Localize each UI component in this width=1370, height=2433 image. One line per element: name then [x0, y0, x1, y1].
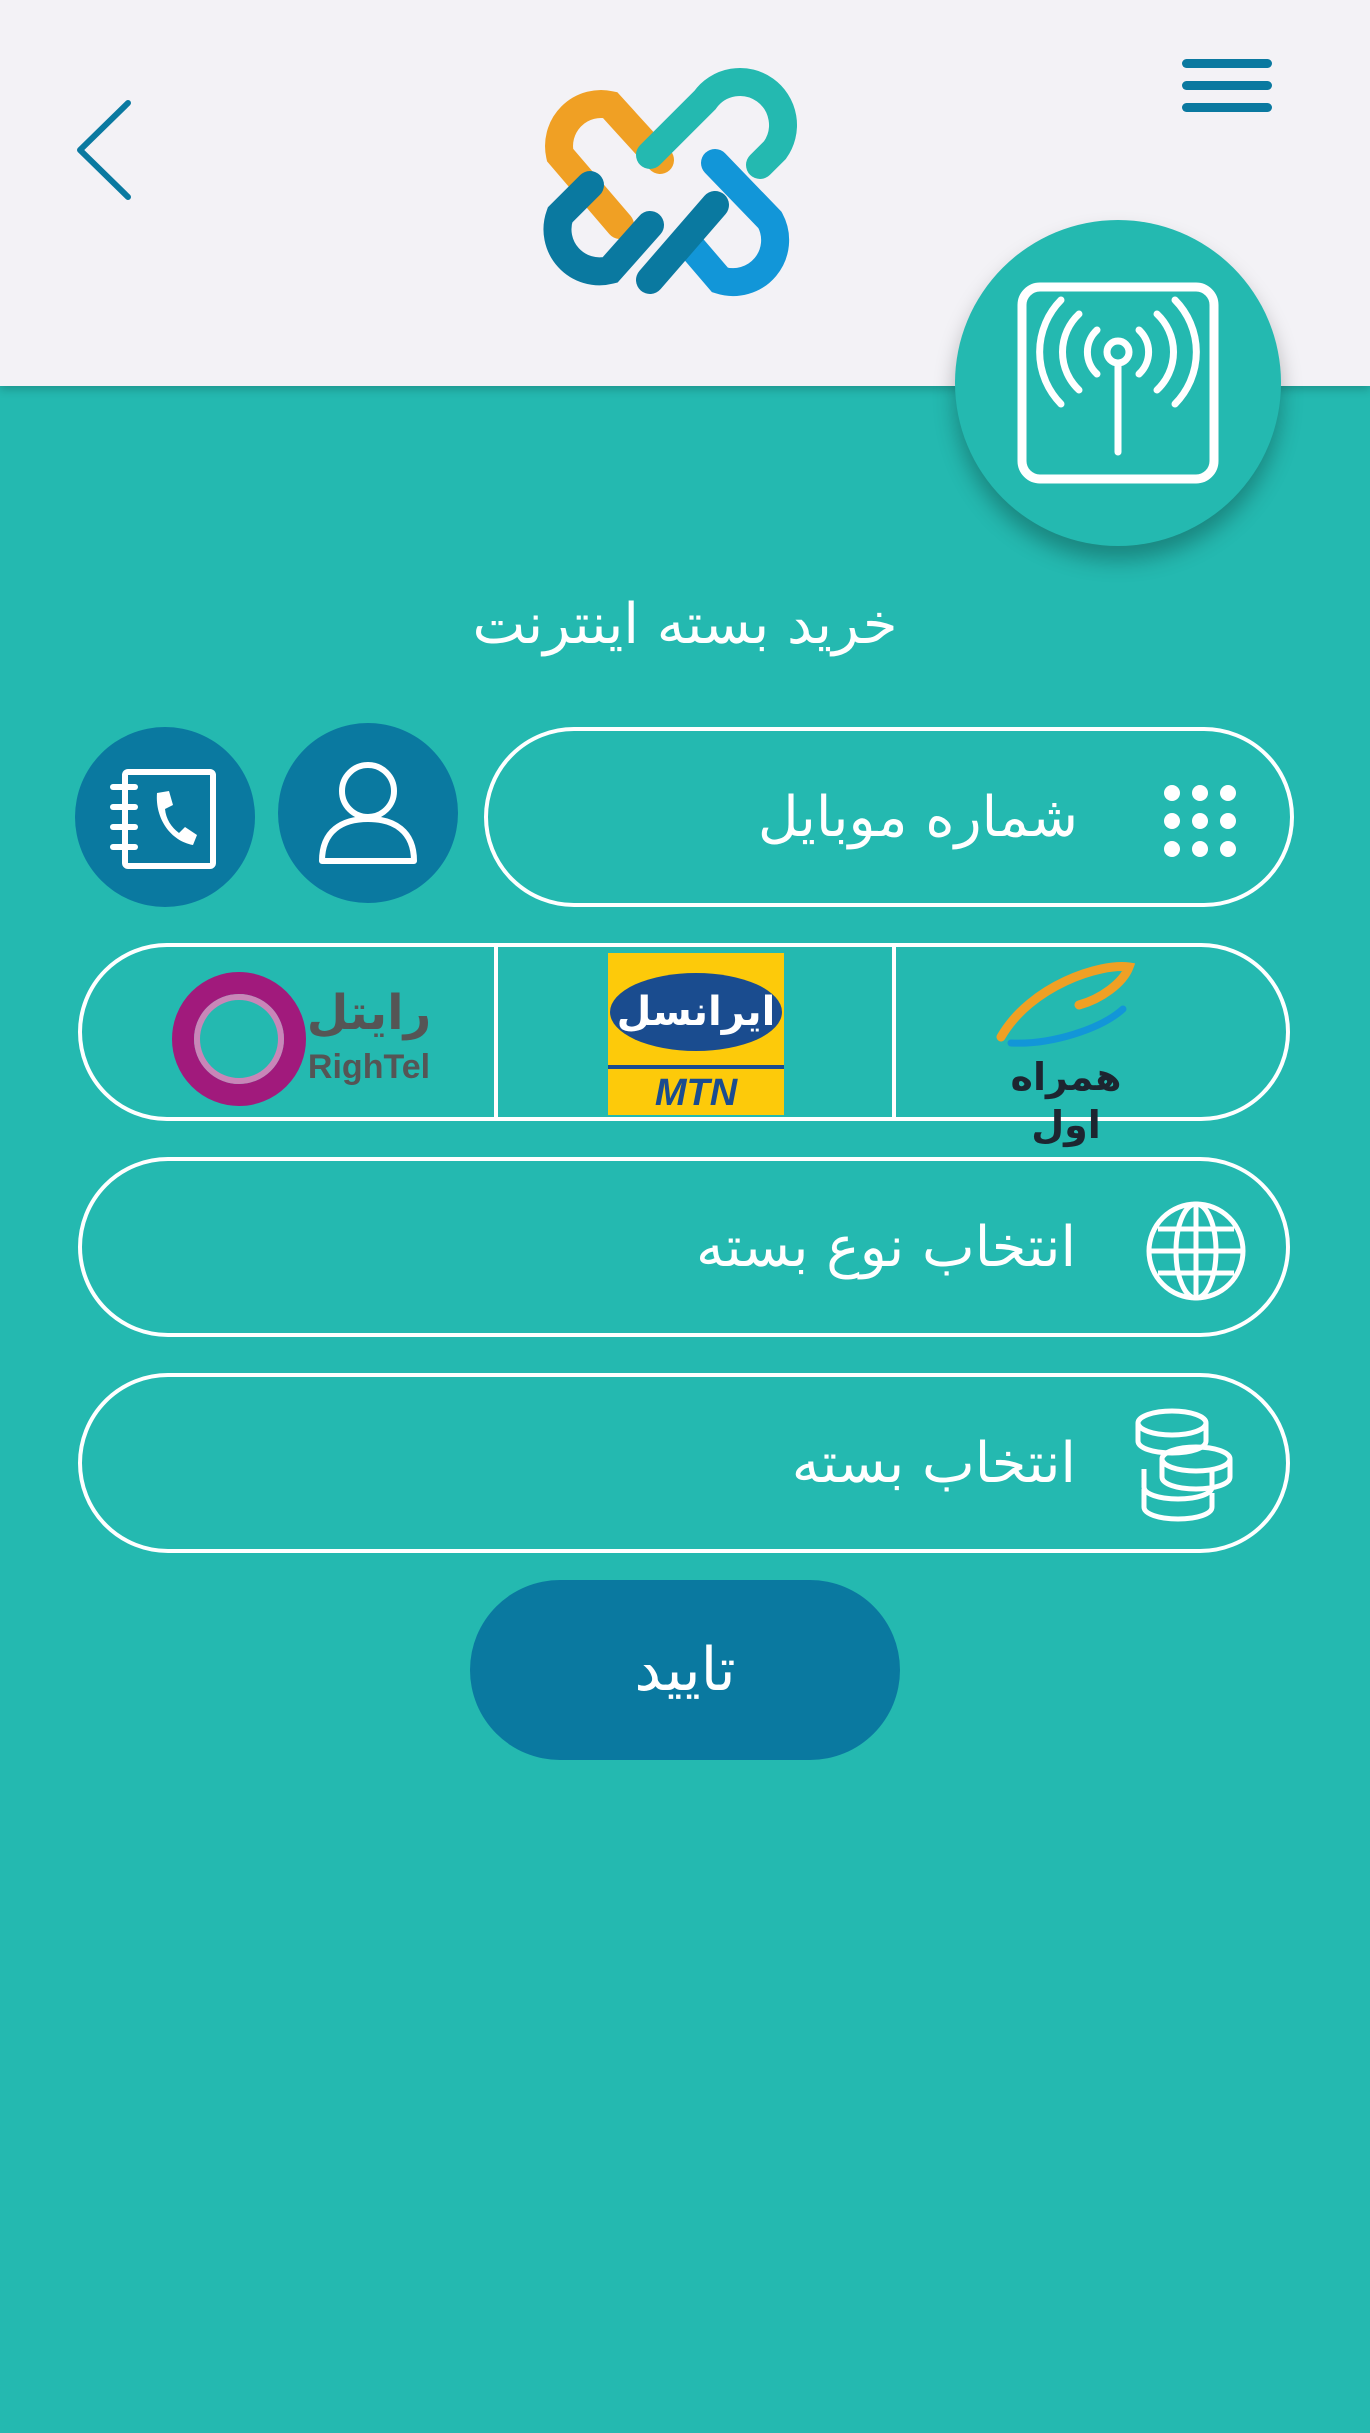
mobile-number-placeholder: شماره موبایل [757, 784, 1078, 850]
hamburger-menu-icon[interactable] [1180, 55, 1275, 120]
service-badge [955, 220, 1281, 546]
interlocked-links-logo [543, 68, 797, 297]
mobile-number-field[interactable]: شماره موبایل [484, 727, 1294, 907]
irancell-rule [608, 1065, 784, 1069]
mci-name: همراه اول [1010, 1055, 1122, 1147]
antenna-signal-icon [1017, 282, 1219, 484]
operator-selector: رایتل RighTel ایرانسل MTN همراه اول [78, 943, 1290, 1147]
package-type-label: انتخاب نوع بسته [696, 1214, 1076, 1280]
rightel-ring-logo [172, 972, 306, 1106]
operator-mci[interactable]: همراه اول [896, 947, 1290, 1147]
globe-icon [1146, 1201, 1246, 1301]
rightel-name: رایتل [306, 985, 432, 1041]
page-title: خرید بسته اینترنت [472, 592, 898, 657]
phonebook-button[interactable] [75, 727, 255, 907]
operator-rightel[interactable]: رایتل RighTel [82, 947, 494, 1117]
confirm-button[interactable]: تایید [470, 1580, 900, 1760]
irancell-name: ایرانسل [610, 973, 782, 1051]
mci-logo-mark [996, 962, 1136, 1047]
irancell-mtn-label: MTN [654, 1072, 738, 1114]
user-icon [319, 762, 417, 864]
irancell-logo: ایرانسل MTN [608, 953, 784, 1115]
package-label: انتخاب بسته [791, 1430, 1076, 1496]
contact-button[interactable] [278, 723, 458, 903]
keypad-icon [1164, 785, 1236, 857]
operator-irancell[interactable]: ایرانسل MTN [498, 947, 892, 1117]
rightel-latin-name: RighTel [307, 1048, 431, 1086]
package-select[interactable]: انتخاب بسته [78, 1373, 1290, 1553]
chevron-left-icon[interactable] [70, 95, 140, 205]
phonebook-icon [110, 769, 216, 869]
coins-icon [1135, 1408, 1233, 1522]
package-type-select[interactable]: انتخاب نوع بسته [78, 1157, 1290, 1337]
